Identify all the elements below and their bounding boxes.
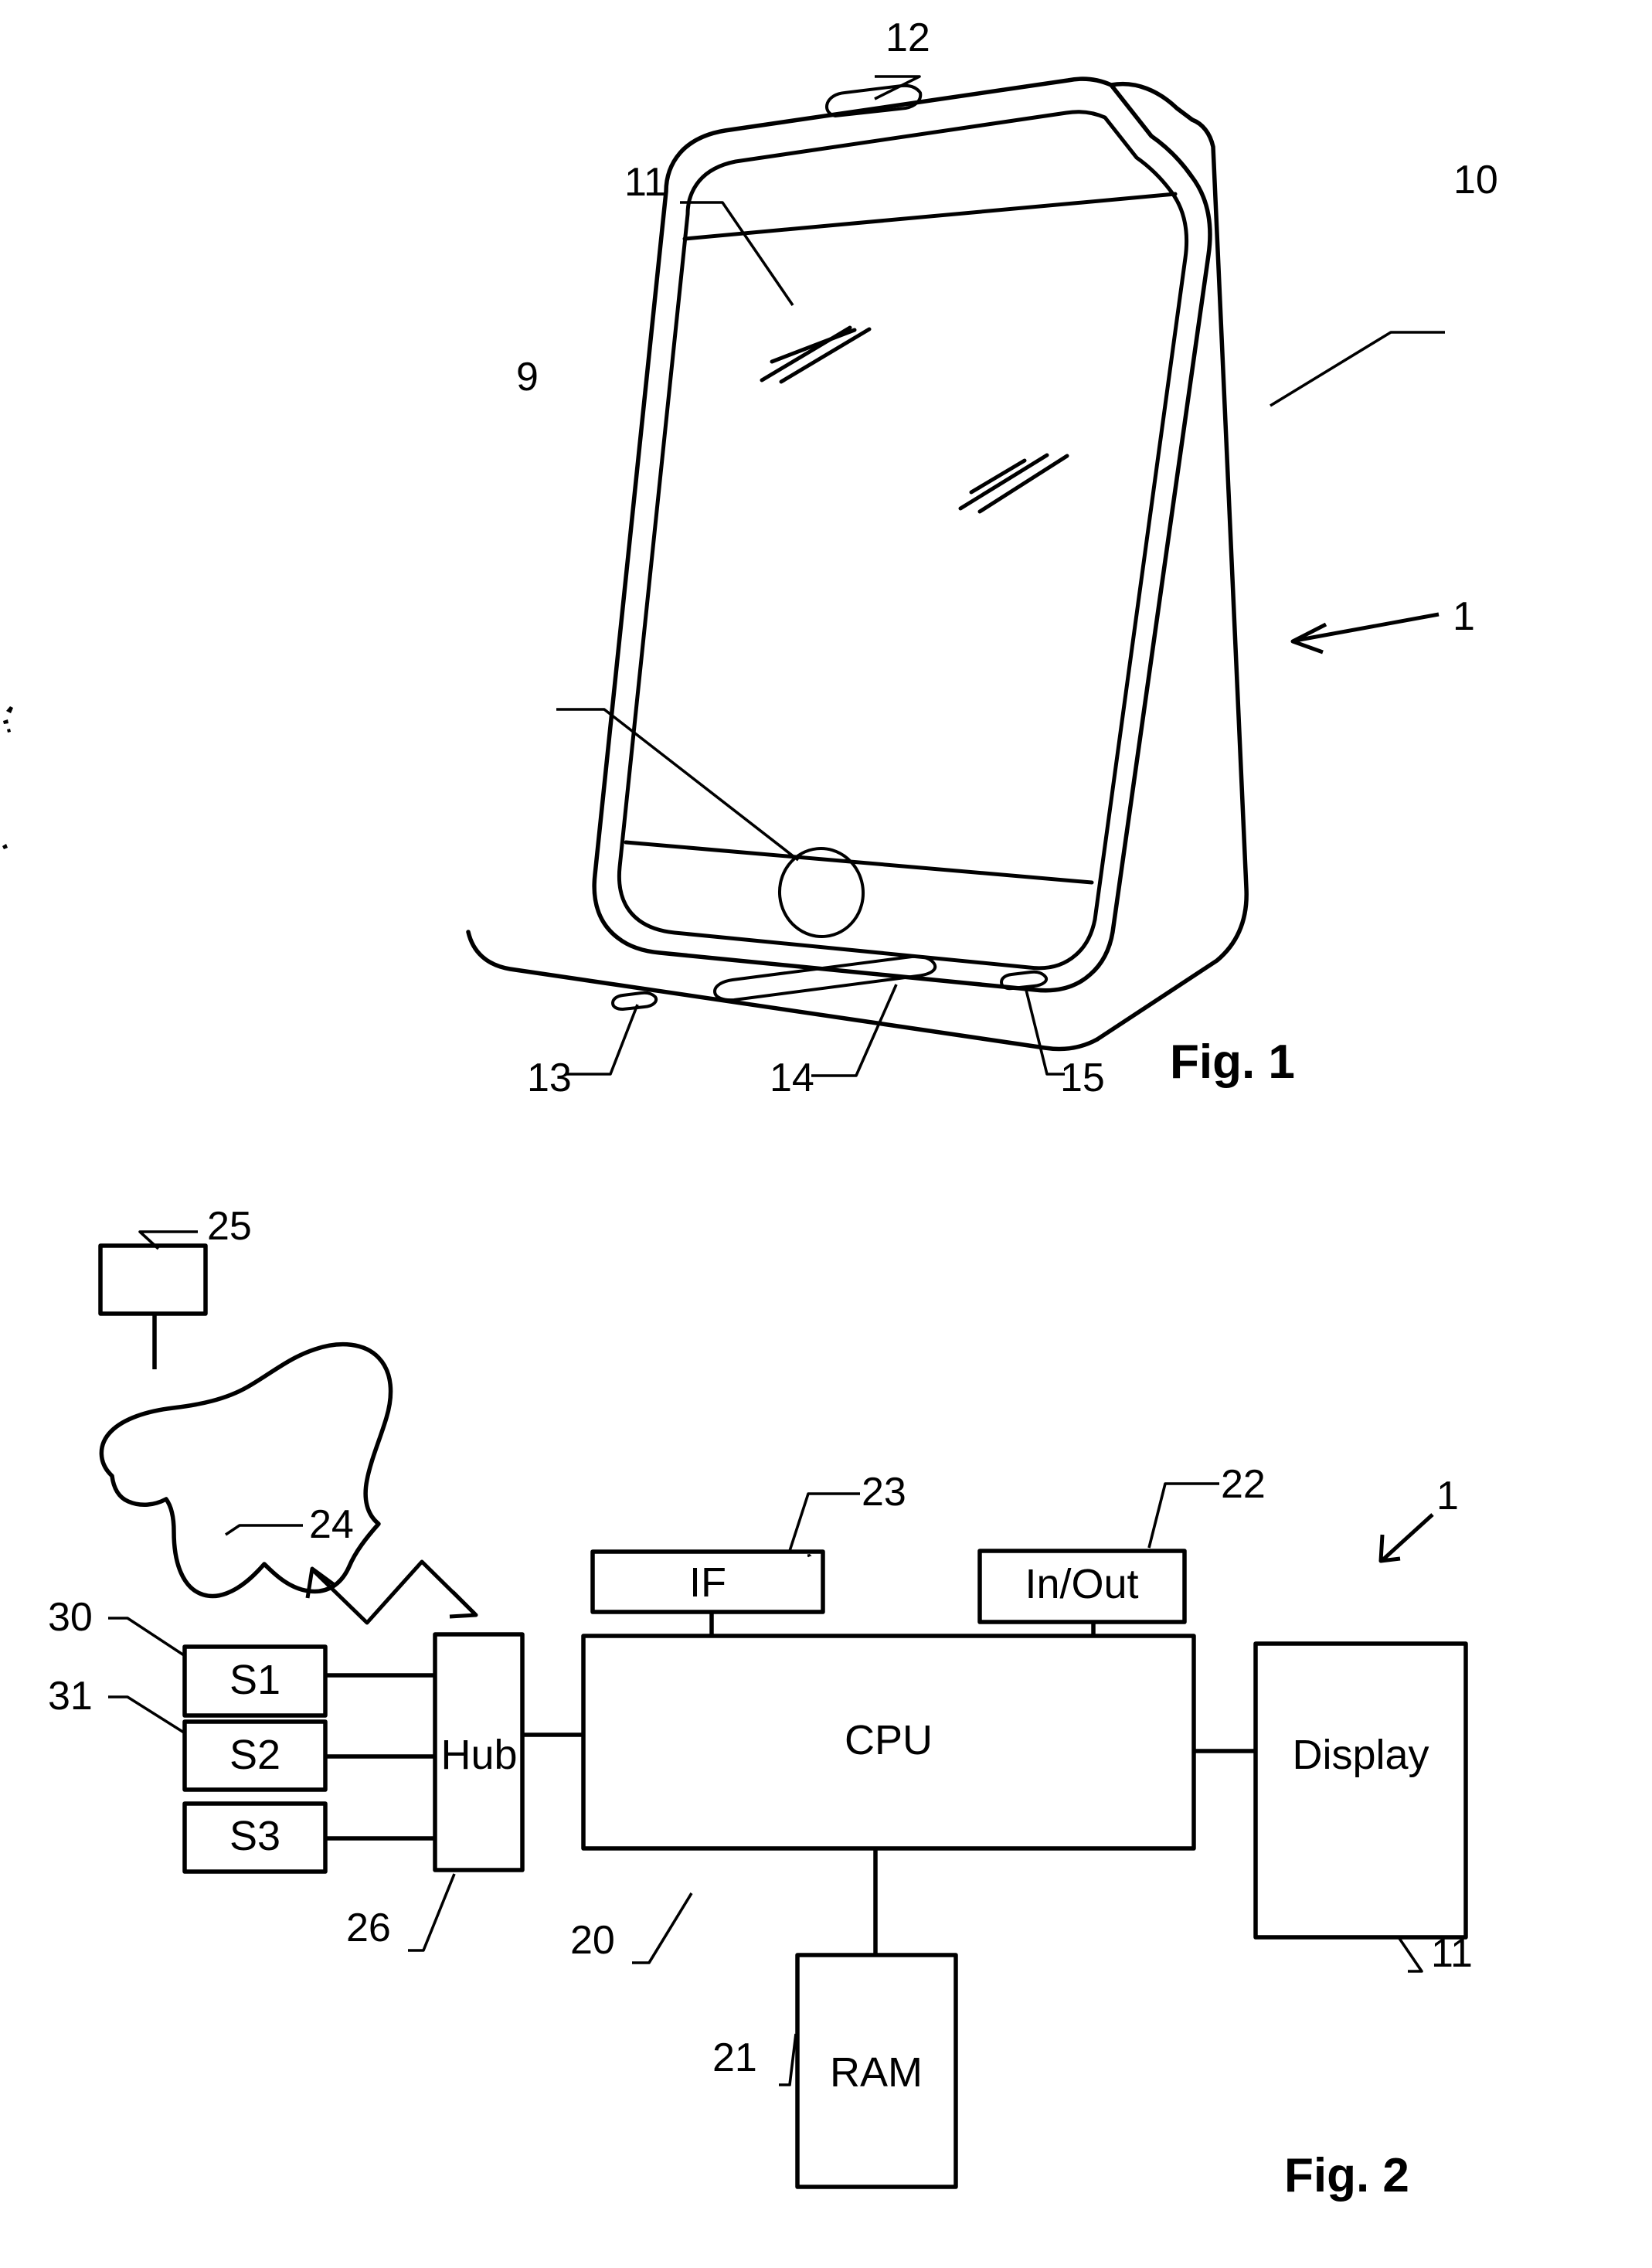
fig2-caption: Fig. 2 bbox=[1284, 2149, 1409, 2202]
leader-23-stroke bbox=[787, 1492, 860, 1554]
ref-numeral-24: 24 bbox=[309, 1502, 354, 1547]
ref-numeral-15: 15 bbox=[1060, 1056, 1105, 1100]
hub-block-label: Hub bbox=[440, 1732, 517, 1778]
ref-numeral-11-fig2: 11 bbox=[1431, 1931, 1473, 1976]
fig2-group: 25 24 IF 23 In/Out 22 1 S1 S2 S3 Hub CPU… bbox=[48, 1204, 1473, 2202]
phone-bezel-outline bbox=[617, 110, 1189, 971]
leader-11-fig2 bbox=[1397, 1936, 1423, 1973]
left-port-opening bbox=[611, 991, 658, 1011]
fig1-caption: Fig. 1 bbox=[1170, 1035, 1295, 1089]
leader-10 bbox=[1270, 331, 1445, 407]
ref-numeral-1-fig2: 1 bbox=[1436, 1474, 1459, 1518]
ref-numeral-10: 10 bbox=[1453, 158, 1498, 202]
leader-24 bbox=[225, 1524, 303, 1536]
ref-numeral-12: 12 bbox=[885, 15, 930, 60]
ref-numeral-1-fig1: 1 bbox=[1453, 594, 1475, 639]
display-block[interactable] bbox=[1253, 1641, 1468, 1940]
ref-numeral-9: 9 bbox=[516, 355, 539, 400]
screen-glare-upper bbox=[760, 325, 872, 384]
leader-30 bbox=[108, 1617, 185, 1657]
leader-23 bbox=[807, 1553, 812, 1558]
ref-numeral-11: 11 bbox=[624, 160, 666, 205]
wireless-link-zigzag bbox=[312, 1559, 476, 1625]
sensor-2-label: S2 bbox=[229, 1732, 280, 1778]
leader-31 bbox=[108, 1695, 185, 1734]
ref-numeral-25: 25 bbox=[207, 1204, 252, 1249]
ref-numeral-30: 30 bbox=[48, 1595, 93, 1640]
ref-numeral-31: 31 bbox=[48, 1674, 93, 1719]
ref-numeral-13: 13 bbox=[527, 1056, 572, 1100]
ram-block-label: RAM bbox=[830, 2049, 923, 2096]
fig2-assembly-arrow bbox=[1381, 1513, 1434, 1562]
leader-21 bbox=[779, 2033, 797, 2086]
screen-glare-lower bbox=[958, 453, 1069, 514]
patent-drawing-sheet: 12 11 10 1 9 13 14 15 Fig. 1 25 24 IF 23… bbox=[0, 0, 1652, 2268]
leader-20 bbox=[632, 1892, 693, 1964]
cpu-block-label: CPU bbox=[845, 1717, 933, 1763]
ref-numeral-20: 20 bbox=[570, 1918, 615, 1963]
sensor-1-label: S1 bbox=[229, 1657, 280, 1703]
earpiece-speaker-slot bbox=[825, 83, 923, 117]
scan-artifact-specks bbox=[2, 706, 13, 849]
leader-11 bbox=[680, 201, 794, 307]
leader-15 bbox=[1024, 986, 1065, 1076]
remote-unit-box[interactable] bbox=[98, 1243, 208, 1316]
ref-numeral-26: 26 bbox=[346, 1906, 391, 1950]
leader-9 bbox=[556, 708, 800, 862]
display-block-label: Display bbox=[1292, 1732, 1429, 1778]
wireless-arrowhead-left bbox=[305, 1566, 337, 1599]
fig1-group: 12 11 10 1 9 13 14 15 Fig. 1 bbox=[466, 15, 1498, 1100]
in-out-block-label: In/Out bbox=[1025, 1561, 1138, 1607]
leader-14 bbox=[811, 984, 898, 1077]
ref-numeral-22: 22 bbox=[1221, 1462, 1266, 1507]
cloud-network bbox=[99, 1341, 393, 1599]
sensor-3-label: S3 bbox=[229, 1813, 280, 1859]
ref-numeral-14: 14 bbox=[770, 1056, 814, 1100]
ref-numeral-21: 21 bbox=[712, 2035, 757, 2080]
leader-13 bbox=[567, 1004, 639, 1076]
phone-body-right-edge bbox=[1095, 117, 1249, 1042]
interface-block-label: IF bbox=[689, 1559, 726, 1606]
leader-26 bbox=[408, 1873, 456, 1952]
screen-top-edge bbox=[682, 192, 1178, 241]
figure-canvas: 12 11 10 1 9 13 14 15 Fig. 1 25 24 IF 23… bbox=[2, 15, 1498, 2202]
phone-body-bottom-thickness bbox=[466, 930, 1100, 1052]
leader-22 bbox=[1147, 1482, 1219, 1549]
ref-numeral-23: 23 bbox=[862, 1470, 906, 1515]
